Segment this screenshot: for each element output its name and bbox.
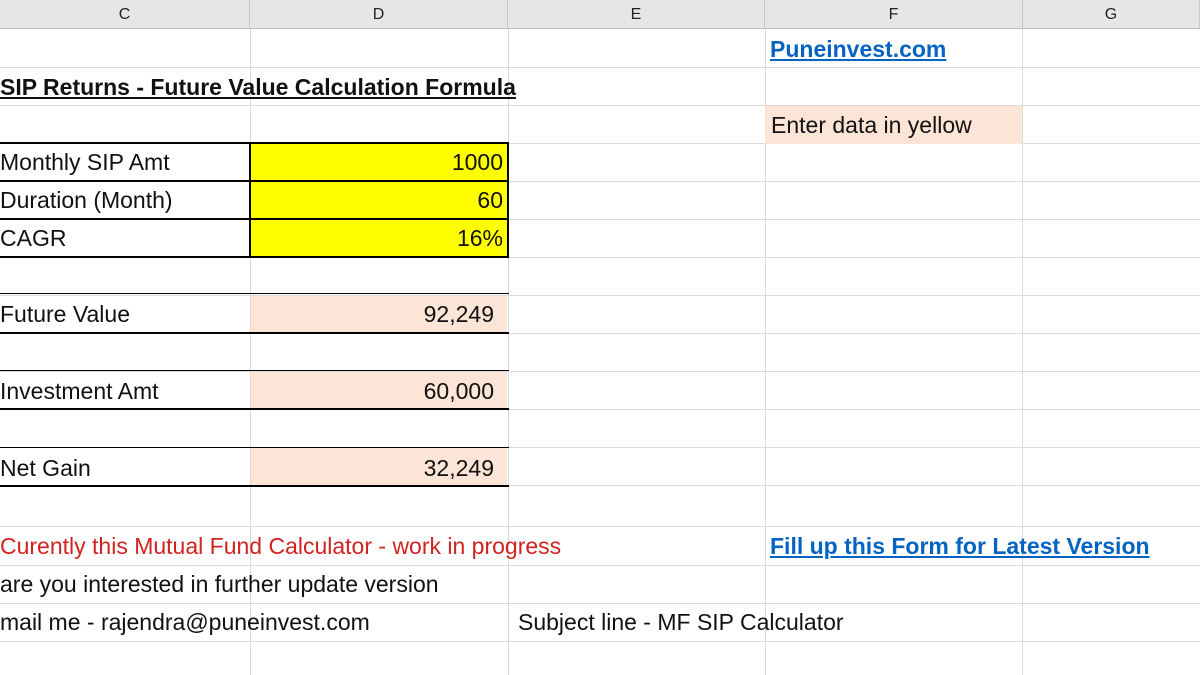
value-cagr[interactable]: 16% xyxy=(251,219,503,257)
column-header-d[interactable]: D xyxy=(250,0,508,29)
note-text: Enter data in yellow xyxy=(771,112,972,138)
label-monthly-sip: Monthly SIP Amt xyxy=(0,149,170,175)
subject-note: Subject line - MF SIP Calculator xyxy=(518,609,844,635)
page-title: SIP Returns - Future Value Calculation F… xyxy=(0,74,516,100)
value-investment-amt[interactable]: 60,000 xyxy=(251,372,494,410)
value-monthly-sip[interactable]: 1000 xyxy=(251,143,503,181)
form-link[interactable]: Fill up this Form for Latest Version xyxy=(770,527,1150,565)
column-header-e[interactable]: E xyxy=(508,0,765,29)
value-duration[interactable]: 60 xyxy=(251,181,503,219)
puneinvest-link[interactable]: Puneinvest.com xyxy=(770,30,946,68)
column-header-c[interactable]: C xyxy=(0,0,250,29)
label-future-value: Future Value xyxy=(0,301,130,327)
value-net-gain[interactable]: 32,249 xyxy=(251,449,494,487)
progress-note: Curently this Mutual Fund Calculator - w… xyxy=(0,533,562,559)
label-investment-amt: Investment Amt xyxy=(0,378,159,404)
column-header-f[interactable]: F xyxy=(765,0,1023,29)
mail-note: mail me - rajendra@puneinvest.com xyxy=(0,609,370,635)
column-header-g[interactable]: G xyxy=(1023,0,1200,29)
interest-note: are you interested in further update ver… xyxy=(0,571,439,597)
value-future-value[interactable]: 92,249 xyxy=(251,295,494,333)
label-net-gain: Net Gain xyxy=(0,455,91,481)
label-duration: Duration (Month) xyxy=(0,187,173,213)
label-cagr: CAGR xyxy=(0,225,67,251)
